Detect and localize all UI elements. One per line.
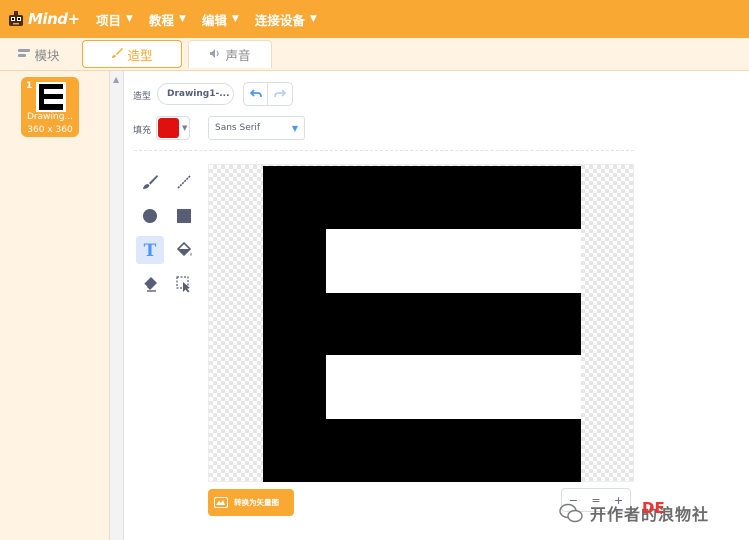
costume-list-scrollbar[interactable]: ▲ bbox=[110, 71, 124, 540]
svg-text:T: T bbox=[144, 241, 157, 259]
select-tool[interactable] bbox=[170, 270, 198, 298]
text-tool[interactable]: T bbox=[136, 236, 164, 264]
watermark-de: DE bbox=[642, 499, 665, 517]
costume-list: 1 Drawing... 360 x 360 bbox=[0, 71, 110, 540]
costume-item[interactable]: 1 Drawing... 360 x 360 bbox=[21, 77, 79, 137]
fill-color-swatch bbox=[158, 118, 179, 138]
line-tool[interactable] bbox=[170, 168, 198, 196]
costume-number: 1 bbox=[26, 81, 33, 91]
caret-down-icon: ▼ bbox=[309, 14, 317, 24]
brush-tool[interactable] bbox=[136, 168, 164, 196]
speaker-icon bbox=[209, 48, 221, 62]
editor-tabs: 模块 造型 声音 bbox=[0, 38, 749, 71]
line-tool-icon bbox=[177, 175, 191, 189]
font-dropdown[interactable]: Sans Serif ▼ bbox=[208, 116, 305, 140]
redo-button[interactable] bbox=[268, 83, 292, 105]
logo-text: Mind+ bbox=[28, 10, 80, 28]
brush-tool-icon bbox=[143, 175, 158, 189]
scroll-up-arrow-icon[interactable]: ▲ bbox=[113, 75, 119, 84]
convert-to-vector-label: 转换为矢量图 bbox=[234, 498, 279, 507]
undo-button[interactable] bbox=[244, 83, 269, 105]
undo-redo-group bbox=[243, 82, 293, 106]
costume-thumbnail bbox=[36, 82, 66, 112]
paint-editor: 造型 Drawing1-... 填充 ▼ Sans Serif ▼ T 转换为矢… bbox=[125, 71, 749, 540]
chevron-down-icon: ▼ bbox=[291, 123, 298, 133]
tab-costumes[interactable]: 造型 bbox=[82, 40, 182, 68]
convert-to-vector-button[interactable]: 转换为矢量图 bbox=[208, 489, 294, 516]
tab-sounds-label: 声音 bbox=[225, 48, 251, 63]
paint-bucket-icon bbox=[176, 241, 192, 257]
text-tool-icon: T bbox=[144, 241, 157, 259]
tab-costumes-label: 造型 bbox=[127, 47, 153, 63]
undo-icon bbox=[249, 89, 262, 98]
menu-tutorial-label: 教程 bbox=[148, 12, 174, 28]
rectangle-tool[interactable] bbox=[170, 202, 198, 230]
toolbar-divider bbox=[134, 150, 634, 151]
watermark: 开作者的浪物社 DE bbox=[558, 493, 738, 533]
menu-bar: Mind+ 项目 ▼ 教程 ▼ 编辑 ▼ 连接设备 ▼ bbox=[0, 0, 749, 38]
brush-icon bbox=[111, 47, 124, 62]
caret-down-icon: ▼ bbox=[126, 14, 133, 24]
redo-icon bbox=[274, 89, 286, 98]
select-icon bbox=[176, 276, 190, 293]
costume-name: Drawing... bbox=[26, 112, 73, 122]
image-icon bbox=[214, 497, 228, 508]
menu-edit-label: 编辑 bbox=[201, 12, 227, 28]
costume-name-input[interactable]: Drawing1-... bbox=[157, 83, 234, 105]
caret-down-icon: ▼ bbox=[182, 124, 188, 132]
caret-down-icon: ▼ bbox=[231, 14, 239, 24]
rectangle-tool-icon bbox=[177, 209, 191, 223]
caret-down-icon: ▼ bbox=[178, 14, 186, 24]
tab-blocks[interactable]: 模块 bbox=[4, 40, 74, 68]
menu-project[interactable]: 项目 ▼ bbox=[96, 0, 133, 38]
eraser-icon bbox=[143, 277, 157, 292]
tab-sounds[interactable]: 声音 bbox=[188, 40, 272, 68]
menu-tutorial[interactable]: 教程 ▼ bbox=[149, 0, 186, 38]
fill-label: 填充 bbox=[133, 126, 152, 136]
costume-size: 360 x 360 bbox=[27, 125, 73, 135]
drawn-letter-e-lower-gap bbox=[326, 355, 581, 419]
menu-connect-device[interactable]: 连接设备 ▼ bbox=[255, 0, 317, 38]
drawn-letter-e-upper-gap bbox=[326, 229, 581, 293]
font-dropdown-value: Sans Serif bbox=[215, 123, 261, 133]
circle-tool[interactable] bbox=[136, 202, 164, 230]
fill-tool[interactable] bbox=[170, 236, 198, 264]
menu-connect-device-label: 连接设备 bbox=[254, 12, 305, 28]
robot-logo-icon bbox=[6, 9, 26, 29]
circle-tool-icon bbox=[143, 209, 157, 223]
menu-edit[interactable]: 编辑 ▼ bbox=[202, 0, 239, 38]
menu-project-label: 项目 bbox=[96, 12, 122, 28]
drawing-canvas[interactable] bbox=[208, 164, 634, 482]
mindplus-logo: Mind+ bbox=[6, 0, 86, 38]
blocks-icon bbox=[18, 48, 31, 61]
wechat-icon bbox=[559, 503, 583, 523]
fill-color-picker[interactable]: ▼ bbox=[156, 116, 190, 140]
tab-blocks-label: 模块 bbox=[34, 47, 60, 63]
costume-name-label: 造型 bbox=[133, 92, 152, 102]
eraser-tool[interactable] bbox=[136, 270, 164, 298]
drawn-letter-e bbox=[263, 166, 581, 482]
